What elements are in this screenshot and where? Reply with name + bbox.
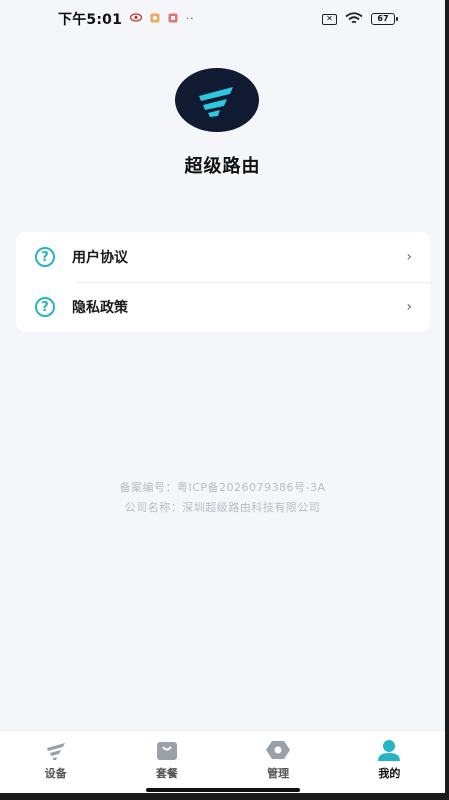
tab-bar: 设备 套餐 管理 我的 <box>0 730 445 793</box>
icp-record: 备案编号：粤ICP备2026079386号-3A <box>119 481 326 494</box>
status-time: 下午5:01 <box>58 12 123 28</box>
wifi-logo-icon <box>199 87 233 117</box>
menu-item-label: 隐私政策 <box>72 300 128 316</box>
menu-item-label: 用户协议 <box>72 250 128 266</box>
status-right: ✕ 67 <box>322 10 398 29</box>
menu-item-privacy-policy[interactable]: ? 隐私政策 › <box>16 282 430 332</box>
settings-hex-icon <box>266 741 291 759</box>
help-circle-icon: ? <box>35 247 55 267</box>
company-name: 公司名称：深圳超级路由科技有限公司 <box>124 501 321 514</box>
screen-edge <box>445 0 449 800</box>
chevron-right-icon: › <box>406 299 412 315</box>
notification-app-icon <box>150 13 160 26</box>
menu-card: ? 用户协议 › ? 隐私政策 › <box>16 232 430 332</box>
eye-icon <box>129 13 143 25</box>
tab-manage[interactable]: 管理 <box>223 731 334 793</box>
shopping-bag-icon <box>156 742 177 760</box>
tab-label: 套餐 <box>155 767 178 780</box>
menu-item-user-agreement[interactable]: ? 用户协议 › <box>16 232 430 282</box>
chevron-right-icon: › <box>406 249 412 265</box>
tab-label: 设备 <box>44 767 67 780</box>
app-name: 超级路由 <box>184 156 261 177</box>
status-left: 下午5:01 ·· <box>58 9 194 29</box>
wifi-device-icon <box>46 743 65 760</box>
tab-mine[interactable]: 我的 <box>334 731 445 793</box>
help-circle-icon: ? <box>35 297 55 317</box>
home-indicator[interactable] <box>146 788 300 792</box>
status-bar: 下午5:01 ·· ✕ 67 <box>0 0 445 38</box>
notification-app-icon-2 <box>168 13 178 26</box>
more-notifications-icon: ·· <box>186 13 195 25</box>
app-screen: 下午5:01 ·· ✕ 67 超级路由 ? 用户协议 › ? 隐私政策 › 备案… <box>0 0 445 793</box>
tab-packages[interactable]: 套餐 <box>111 731 222 793</box>
user-icon <box>378 740 401 761</box>
no-sim-icon: ✕ <box>322 13 337 25</box>
tab-label: 管理 <box>267 767 290 780</box>
wifi-signal-icon <box>345 10 363 29</box>
tab-devices[interactable]: 设备 <box>0 731 111 793</box>
battery-icon: 67 <box>371 13 398 25</box>
app-logo <box>175 68 259 132</box>
tab-label: 我的 <box>378 767 401 780</box>
